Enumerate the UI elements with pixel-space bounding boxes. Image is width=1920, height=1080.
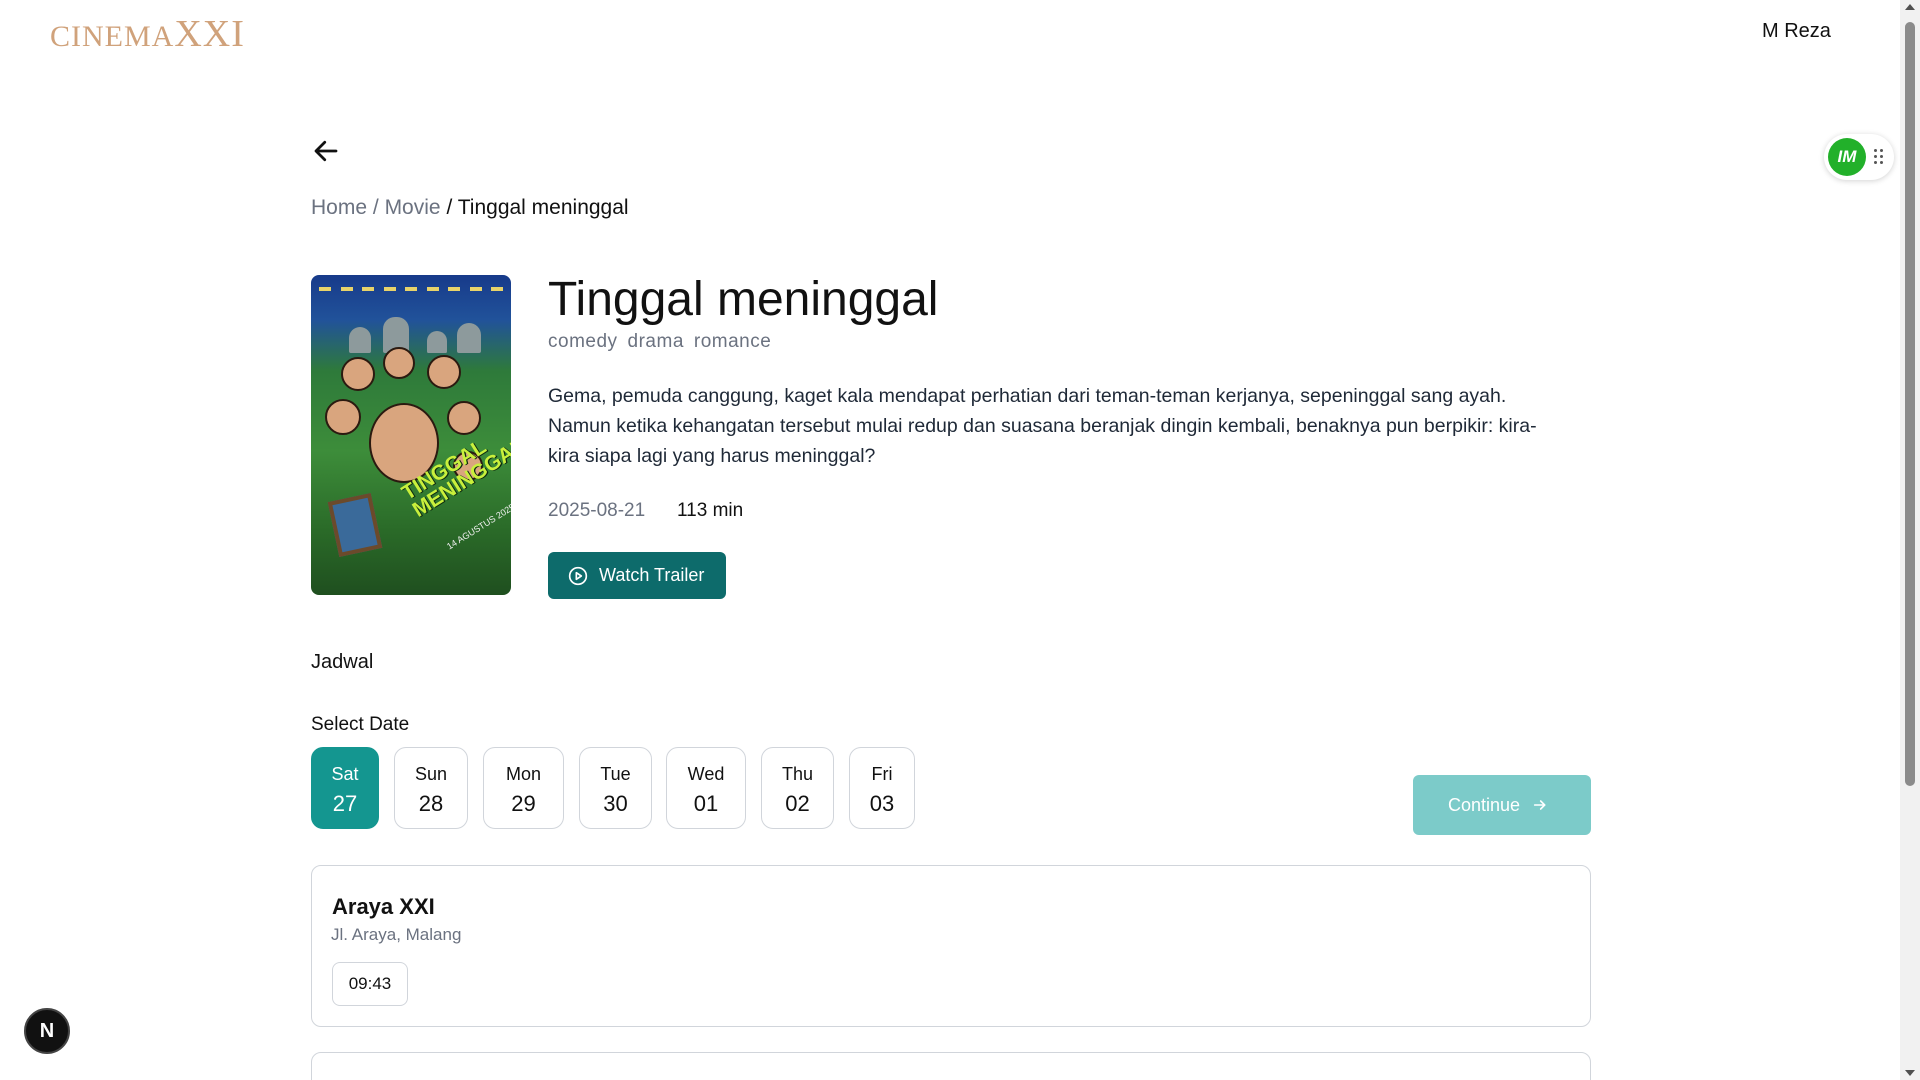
date-option-fri-03[interactable]: Fri 03 [849,747,915,829]
date-day: 28 [418,791,444,816]
logo-cinema-text: CINEMA [50,20,175,53]
date-option-thu-02[interactable]: Thu 02 [761,747,834,829]
poster-cast-credits [319,287,503,297]
date-day: 27 [332,791,358,816]
breadcrumb-current: Tinggal meninggal [457,196,629,219]
watch-trailer-button[interactable]: Watch Trailer [548,552,726,599]
continue-label: Continue [1448,794,1521,815]
scroll-down-icon[interactable] [1905,1070,1915,1076]
date-option-sat-27[interactable]: Sat 27 [311,747,379,829]
cinema-card [311,1052,1591,1080]
date-option-tue-30[interactable]: Tue 30 [579,747,652,829]
cinema-xxi-logo[interactable]: CINEMAXXI [50,12,245,56]
movie-duration: 113 min [677,500,744,521]
date-weekday: Sat [331,764,359,784]
breadcrumb: Home / Movie / Tinggal meninggal [311,196,629,220]
cinema-card: Araya XXI Jl. Araya, Malang 09:43 [311,865,1591,1027]
date-weekday: Thu [781,764,814,784]
movie-poster: TINGGAL MENINGGAL 14 AGUSTUS 2025 [311,275,511,595]
top-header: CINEMAXXI M Reza [0,0,1900,70]
date-weekday: Sun [414,764,448,784]
date-option-mon-29[interactable]: Mon 29 [483,747,564,829]
extension-logo-icon[interactable]: IM [1828,138,1866,176]
date-option-sun-28[interactable]: Sun 28 [394,747,468,829]
page-scrollbar[interactable] [1900,0,1920,1080]
release-date: 2025-08-21 [548,500,646,521]
genre-tag: romance [693,331,772,352]
date-weekday: Wed [687,764,725,784]
breadcrumb-home-link[interactable]: Home [311,196,367,219]
movie-synopsis: Gema, pemuda canggung, kaget kala mendap… [548,385,1537,467]
extension-widget[interactable]: IM [1824,134,1894,180]
date-weekday: Tue [600,764,631,784]
date-day: 02 [785,791,810,816]
date-weekday: Mon [505,764,541,784]
breadcrumb-separator: / [372,196,379,219]
breadcrumb-separator: / [446,196,453,219]
date-day: 30 [603,791,628,816]
date-day: 01 [693,791,719,816]
genre-tag: drama [627,331,684,352]
breadcrumb-movie-link[interactable]: Movie [385,196,441,219]
date-day: 03 [869,791,895,816]
cinema-address: Jl. Araya, Malang [331,925,462,944]
cinema-name: Araya XXI [332,894,435,919]
user-menu[interactable]: M Reza [1762,20,1831,43]
date-day: 29 [511,791,536,816]
schedule-heading: Jadwal [311,651,374,673]
play-circle-icon [568,566,588,585]
showtime-button[interactable]: 09:43 [332,962,408,1006]
continue-button[interactable]: Continue [1413,775,1591,835]
logo-xxi-text: XXI [174,13,245,55]
back-button[interactable] [311,136,341,166]
arrow-right-icon [1533,800,1546,810]
watch-trailer-label: Watch Trailer [599,565,705,585]
scroll-up-icon[interactable] [1905,4,1915,10]
date-weekday: Fri [871,764,893,784]
nextjs-dev-badge[interactable]: N [24,1008,70,1054]
scrollbar-thumb[interactable] [1905,22,1915,786]
grip-dots-icon[interactable] [1874,149,1886,165]
select-date-label: Select Date [311,714,410,735]
genre-tag: comedy [548,331,618,352]
date-option-wed-01[interactable]: Wed 01 [666,747,746,829]
genre-list: comedy drama romance [548,331,781,353]
movie-title: Tinggal meninggal [548,273,939,326]
arrow-left-icon [314,140,338,162]
